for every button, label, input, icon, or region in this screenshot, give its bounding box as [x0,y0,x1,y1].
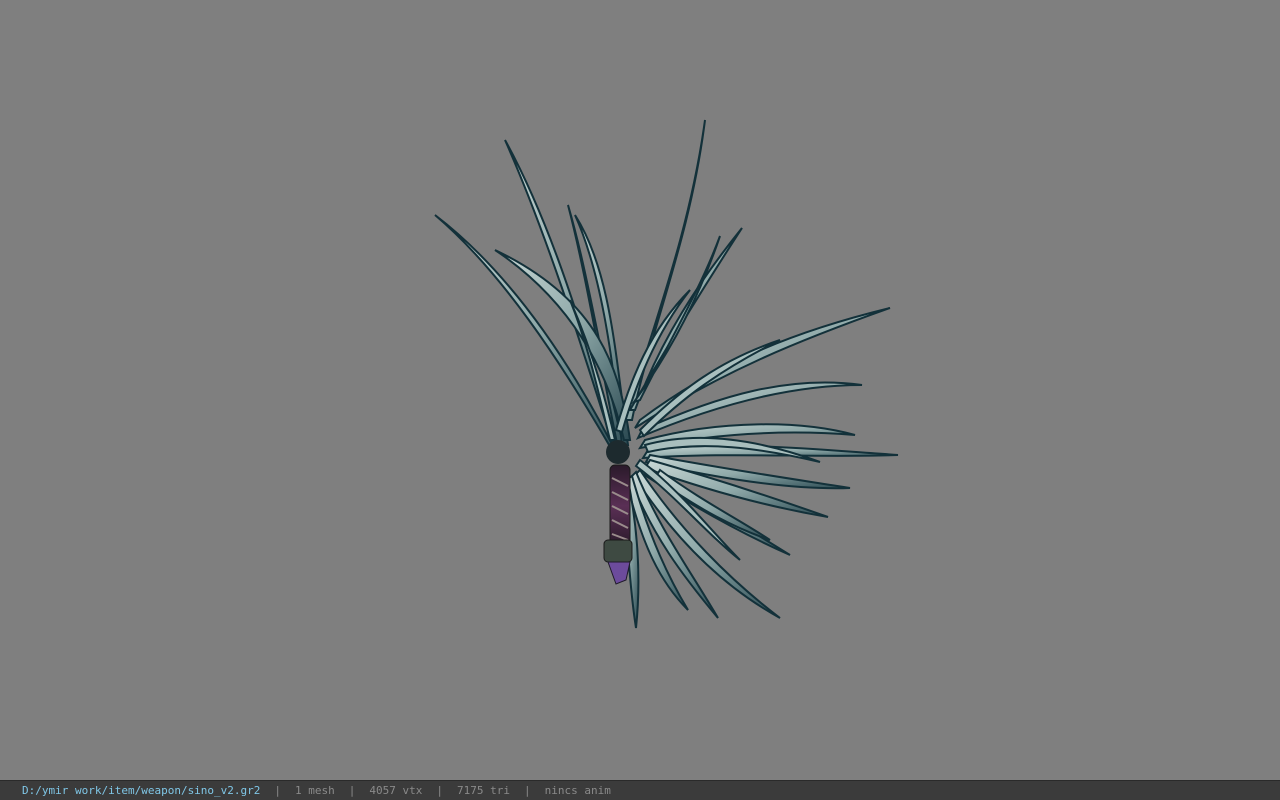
weapon-model-render[interactable] [0,0,1280,780]
file-path: D:/ymir work/item/weapon/sino_v2.gr2 [22,784,261,797]
weapon-handle [603,440,633,585]
separator: | [524,784,531,797]
triangle-count: 7175 tri [457,784,511,797]
status-bar: D:/ymir work/item/weapon/sino_v2.gr2 | 1… [0,780,1280,800]
separator: | [348,784,356,797]
3d-viewport[interactable] [0,0,1280,780]
animation-status: nincs anim [544,784,611,797]
mesh-count: 1 mesh [295,784,335,797]
separator: | [436,784,444,797]
weapon-blades [434,119,899,629]
separator: | [274,784,282,797]
vertex-count: 4057 vtx [369,784,423,797]
